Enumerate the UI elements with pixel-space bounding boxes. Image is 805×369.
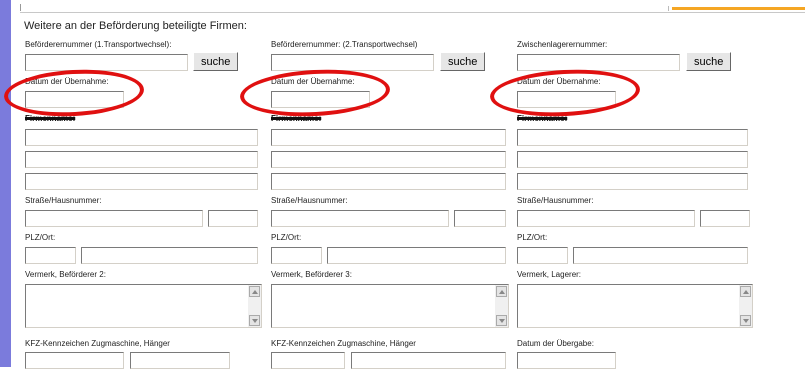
zip-label-col1: PLZ/Ort:: [25, 233, 56, 242]
highlight-ellipse-col1: [2, 66, 146, 120]
frame-tick: [668, 6, 669, 11]
street-input-col3[interactable]: [517, 210, 695, 227]
street-label-col3: Straße/Hausnummer:: [517, 196, 594, 205]
note-label-col3: Vermerk, Lagerer:: [517, 270, 582, 279]
trailer-plate-input-col1[interactable]: [130, 352, 230, 369]
left-accent-bar: [0, 0, 11, 367]
scroll-down-icon[interactable]: [496, 315, 507, 326]
city-input-col2[interactable]: [327, 247, 506, 264]
name-input-col3-line3[interactable]: [517, 173, 748, 190]
note-textarea-col2[interactable]: [271, 284, 509, 328]
bottom-label-col3: Datum der Übergabe:: [517, 339, 594, 348]
housenumber-input-col3[interactable]: [700, 210, 750, 227]
bottom-label-col2: KFZ-Kennzeichen Zugmaschine, Hänger: [271, 339, 416, 348]
name-input-col1-line3[interactable]: [25, 173, 258, 190]
name-input-col1-line1[interactable]: [25, 129, 258, 146]
city-input-col3[interactable]: [573, 247, 748, 264]
scroll-up-icon[interactable]: [496, 286, 507, 297]
top-frame-border: [20, 0, 805, 13]
scroll-down-icon[interactable]: [249, 315, 260, 326]
trailer-plate-input-col2[interactable]: [351, 352, 506, 369]
search-button-col3[interactable]: suche: [686, 52, 732, 71]
zip-input-col1[interactable]: [25, 247, 76, 264]
name-input-col2-line2[interactable]: [271, 151, 506, 168]
frame-tick: [20, 4, 21, 11]
housenumber-input-col2[interactable]: [454, 210, 506, 227]
name-input-col2-line1[interactable]: [271, 129, 506, 146]
city-input-col1[interactable]: [81, 247, 258, 264]
id-input-col1[interactable]: [25, 54, 188, 71]
search-button-col1[interactable]: suche: [193, 52, 239, 71]
zip-input-col2[interactable]: [271, 247, 322, 264]
note-label-col2: Vermerk, Beförderer 3:: [271, 270, 352, 279]
zip-label-col3: PLZ/Ort:: [517, 233, 548, 242]
id-label-col3: Zwischenlagerernummer:: [517, 40, 608, 49]
id-label-col2: Beförderernummer: (2.Transportwechsel): [271, 40, 418, 49]
scrollbar[interactable]: [248, 285, 261, 327]
id-input-col3[interactable]: [517, 54, 680, 71]
highlight-ellipse-col2: [238, 66, 392, 120]
truck-plate-input-col2[interactable]: [271, 352, 345, 369]
zip-label-col2: PLZ/Ort:: [271, 233, 302, 242]
name-input-col1-line2[interactable]: [25, 151, 258, 168]
street-input-col1[interactable]: [25, 210, 203, 227]
street-label-col1: Straße/Hausnummer:: [25, 196, 102, 205]
highlight-ellipse-col3: [488, 66, 642, 120]
scroll-up-icon[interactable]: [740, 286, 751, 297]
zip-input-col3[interactable]: [517, 247, 568, 264]
street-label-col2: Straße/Hausnummer:: [271, 196, 348, 205]
name-input-col3-line1[interactable]: [517, 129, 748, 146]
scrollbar[interactable]: [739, 285, 752, 327]
note-textarea-col1[interactable]: [25, 284, 262, 328]
search-button-col2[interactable]: suche: [440, 52, 486, 71]
id-label-col1: Beförderernummer (1.Transportwechsel):: [25, 40, 172, 49]
note-textarea-col3[interactable]: [517, 284, 753, 328]
handover-date-input-col3[interactable]: [517, 352, 616, 369]
bottom-label-col1: KFZ-Kennzeichen Zugmaschine, Hänger: [25, 339, 170, 348]
truck-plate-input-col1[interactable]: [25, 352, 124, 369]
name-input-col3-line2[interactable]: [517, 151, 748, 168]
scrollbar[interactable]: [495, 285, 508, 327]
section-title: Weitere an der Beförderung beteiligte Fi…: [24, 20, 247, 32]
name-input-col2-line3[interactable]: [271, 173, 506, 190]
scroll-up-icon[interactable]: [249, 286, 260, 297]
street-input-col2[interactable]: [271, 210, 449, 227]
note-label-col1: Vermerk, Beförderer 2:: [25, 270, 106, 279]
scroll-down-icon[interactable]: [740, 315, 751, 326]
housenumber-input-col1[interactable]: [208, 210, 258, 227]
progress-accent-line: [672, 7, 805, 10]
id-input-col2[interactable]: [271, 54, 434, 71]
